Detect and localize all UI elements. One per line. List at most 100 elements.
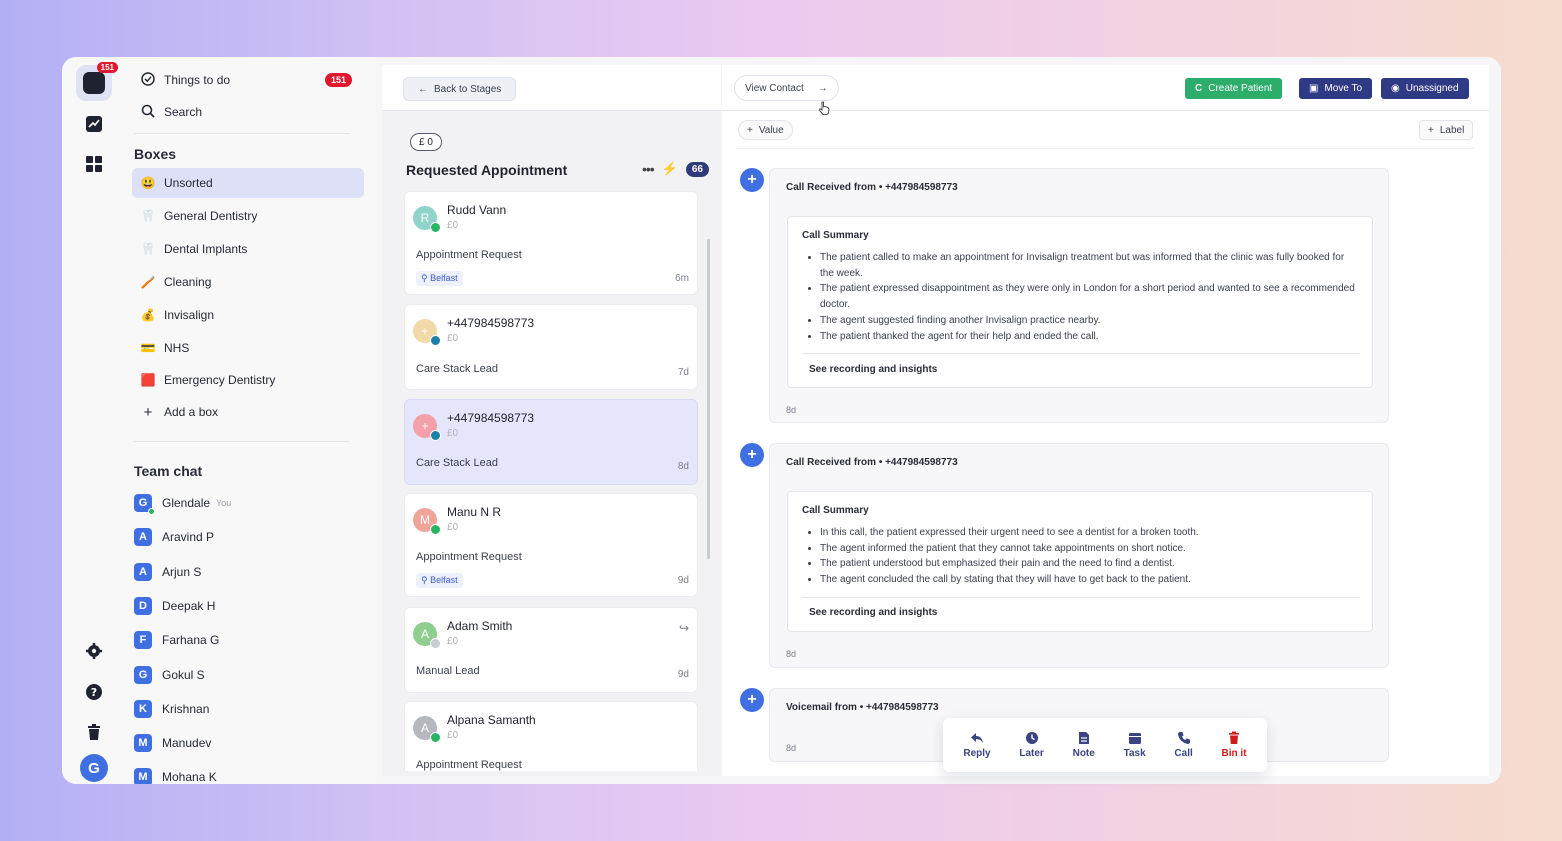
detail-topbar: View Contact → C Create Patient ▣ Move T…	[722, 65, 1489, 111]
lead-card[interactable]: M Manu N R £0 Appointment Request ⚲ Belf…	[404, 493, 698, 597]
value-label: Value	[758, 124, 784, 136]
member-name: Arjun S	[162, 565, 202, 579]
lead-source: Care Stack Lead	[416, 363, 498, 375]
view-contact-button[interactable]: View Contact →	[734, 75, 839, 101]
call-button[interactable]: Call	[1174, 731, 1193, 759]
team-member[interactable]: G Gokul S	[134, 666, 205, 684]
member-name: Krishnan	[162, 702, 210, 716]
box-label: Unsorted	[164, 176, 213, 190]
apps-grid-icon[interactable]	[85, 155, 103, 173]
lead-card[interactable]: A Adam Smith £0 ↪ Manual Lead 9d	[404, 607, 698, 693]
user-avatar[interactable]: G	[80, 754, 108, 782]
add-box-button[interactable]: + Add a box	[132, 397, 364, 427]
team-member[interactable]: D Deepak H	[134, 597, 215, 615]
team-member[interactable]: A Arjun S	[134, 563, 201, 581]
search-icon	[140, 104, 156, 121]
check-circle-icon	[140, 71, 156, 89]
lead-card-selected[interactable]: + +447984598773 £0 Care Stack Lead 8d	[404, 399, 698, 485]
icon-rail: 151 ? G	[62, 57, 126, 784]
amount-tab[interactable]: £ 0	[410, 133, 442, 151]
bin-it-button[interactable]: Bin it	[1222, 731, 1247, 759]
plus-icon: +	[143, 403, 153, 421]
bin-it-label: Bin it	[1221, 748, 1247, 759]
box-item-emergency-dentistry[interactable]: 🟥 Emergency Dentistry	[132, 365, 364, 395]
box-item-dental-implants[interactable]: 🦷 Dental Implants	[132, 234, 364, 264]
lead-card[interactable]: A Alpana Samanth £0 Appointment Request	[404, 701, 698, 771]
see-recording-link[interactable]: See recording and insights	[809, 364, 937, 375]
note-label: Note	[1072, 748, 1095, 759]
note-button[interactable]: Note	[1073, 731, 1095, 759]
analytics-icon[interactable]	[85, 115, 103, 133]
help-icon[interactable]: ?	[85, 683, 103, 701]
arrow-right-icon: →	[817, 82, 828, 94]
add-label-button[interactable]: + Label	[1419, 120, 1474, 140]
more-options-icon[interactable]: •••	[642, 161, 655, 177]
summary-list: In this call, the patient expressed thei…	[820, 525, 1360, 588]
lightning-icon[interactable]: ⚡	[662, 161, 678, 177]
move-to-button[interactable]: ▣ Move To	[1299, 78, 1373, 99]
lead-name: Alpana Samanth	[447, 713, 536, 727]
call-summary-box: Call Summary In this call, the patient e…	[787, 491, 1373, 632]
unassigned-button[interactable]: ◉ Unassigned	[1381, 78, 1469, 99]
add-event-button[interactable]: +	[740, 443, 764, 467]
lead-card[interactable]: R Rudd Vann £0 Appointment Request ⚲ Bel…	[404, 191, 698, 295]
box-label: Invisalign	[164, 308, 215, 322]
task-button[interactable]: Task	[1124, 731, 1146, 759]
lead-amount: £0	[447, 522, 459, 533]
reply-button[interactable]: Reply	[963, 731, 991, 759]
add-event-button[interactable]: +	[740, 168, 764, 192]
app-logo-button[interactable]: 151	[76, 62, 118, 101]
things-to-do-item[interactable]: Things to do 151	[132, 65, 364, 95]
settings-gear-icon[interactable]	[85, 642, 103, 660]
lead-source: Appointment Request	[416, 249, 522, 261]
add-value-button[interactable]: + Value	[738, 120, 793, 140]
team-member[interactable]: M Manudev	[134, 734, 211, 752]
box-item-invisalign[interactable]: 💰 Invisalign	[132, 300, 364, 330]
later-button[interactable]: Later	[1019, 731, 1044, 759]
trash-icon[interactable]	[85, 723, 103, 741]
search-item[interactable]: Search	[132, 97, 364, 127]
summary-bullet: The patient understood but emphasized th…	[820, 556, 1360, 572]
lead-age: 9d	[677, 575, 689, 586]
box-item-general-dentistry[interactable]: 🦷 General Dentistry	[132, 201, 364, 231]
member-avatar: M	[134, 734, 152, 752]
team-member-glendale[interactable]: G Glendale You	[134, 494, 232, 515]
back-to-stages-button[interactable]: ← Back to Stages	[403, 77, 517, 101]
lead-avatar: A	[413, 622, 441, 649]
member-name: Gokul S	[162, 668, 205, 682]
team-member[interactable]: A Aravind P	[134, 528, 214, 546]
team-member[interactable]: M Mohana K	[134, 768, 217, 784]
reply-label: Reply	[963, 748, 991, 759]
summary-bullet: The patient expressed disappointment as …	[820, 281, 1360, 312]
box-emoji-icon: 💳	[140, 341, 156, 355]
see-recording-link[interactable]: See recording and insights	[809, 607, 937, 618]
lead-age: 8d	[677, 461, 689, 472]
things-count-badge: 151	[324, 73, 352, 87]
lead-source: Appointment Request	[416, 759, 522, 771]
box-emoji-icon: 🦷	[140, 209, 156, 223]
lead-detail-panel: View Contact → C Create Patient ▣ Move T…	[722, 65, 1489, 776]
scrollbar[interactable]	[707, 239, 710, 559]
stage-actions: ••• ⚡ 66	[642, 161, 709, 177]
divider	[134, 133, 350, 134]
box-emoji-icon: 🦷	[140, 242, 156, 256]
you-label: You	[216, 498, 232, 508]
box-item-unsorted[interactable]: 😃 Unsorted	[132, 168, 364, 198]
team-chat-heading: Team chat	[134, 463, 203, 479]
lead-card[interactable]: + +447984598773 £0 Care Stack Lead 7d	[404, 304, 698, 390]
add-event-button[interactable]: +	[740, 688, 764, 712]
event-header: Voicemail from • +447984598773	[786, 702, 939, 713]
team-member[interactable]: K Krishnan	[134, 700, 209, 718]
share-arrow-icon[interactable]: ↪	[679, 621, 689, 635]
trash-icon	[1229, 731, 1240, 744]
summary-bullet: The agent suggested finding another Invi…	[820, 313, 1360, 329]
box-item-nhs[interactable]: 💳 NHS	[132, 333, 364, 363]
call-event-card: Call Received from • +447984598773 Call …	[769, 168, 1389, 423]
source-badge-icon	[430, 335, 441, 346]
label-label: Label	[1439, 124, 1465, 136]
member-avatar: F	[134, 631, 152, 649]
svg-text:?: ?	[91, 686, 97, 699]
team-member[interactable]: F Farhana G	[134, 631, 219, 649]
create-patient-button[interactable]: C Create Patient	[1185, 78, 1283, 99]
box-item-cleaning[interactable]: 🪥 Cleaning	[132, 267, 364, 297]
